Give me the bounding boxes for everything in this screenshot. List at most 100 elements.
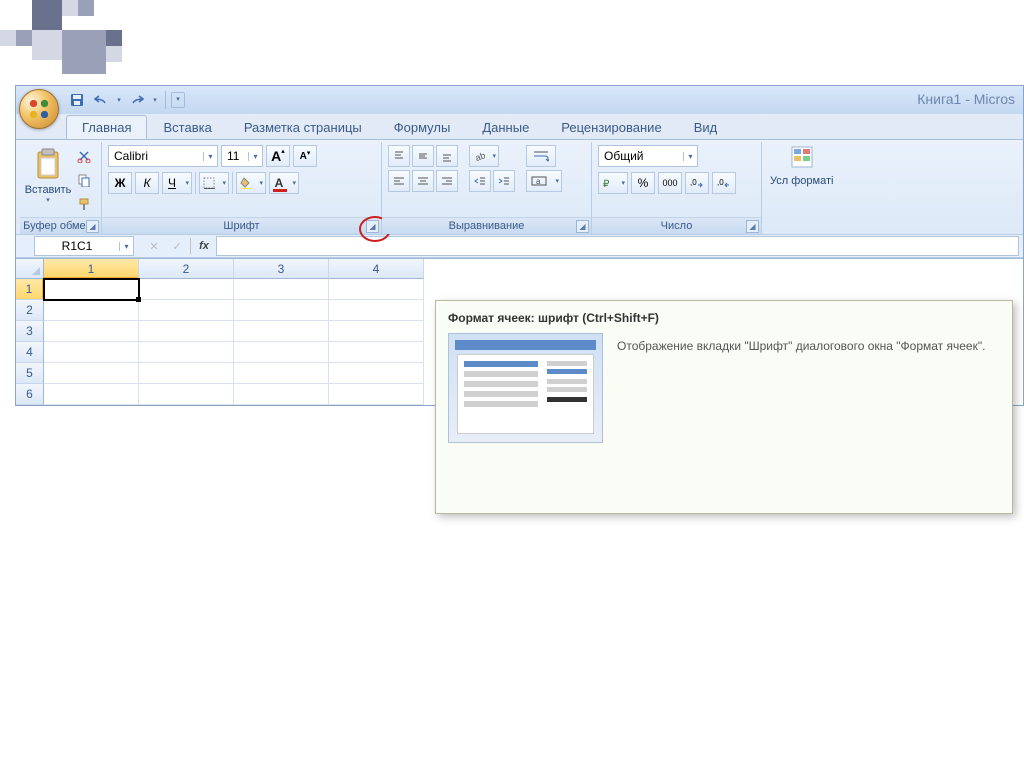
copy-button[interactable] [73,169,95,191]
alignment-dialog-launcher[interactable]: ◢ [576,220,589,233]
wrap-text-button[interactable] [526,145,556,167]
align-top-icon [393,150,405,162]
screentip: Формат ячеек: шрифт (Ctrl+Shift+F) Отобр… [435,300,1013,514]
cell[interactable] [329,321,424,342]
svg-text:,0: ,0 [717,178,724,187]
currency-icon: ₽ [602,177,614,189]
grow-font-button[interactable]: A▴ [266,145,290,167]
number-format-combo[interactable]: Общий▾ [598,145,698,167]
cell[interactable] [234,321,329,342]
cell[interactable] [234,300,329,321]
enter-formula-button[interactable]: ✓ [167,237,187,255]
cell[interactable] [329,342,424,363]
paste-label: Вставить [25,184,72,196]
number-dialog-launcher[interactable]: ◢ [746,220,759,233]
row-header[interactable]: 6 [16,384,44,405]
tab-layout[interactable]: Разметка страницы [228,115,378,139]
increase-indent-button[interactable] [493,170,515,192]
row-header[interactable]: 1 [16,279,44,300]
cell[interactable] [44,300,139,321]
align-middle-button[interactable] [412,145,434,167]
column-header[interactable]: 3 [234,259,329,279]
cell[interactable] [44,321,139,342]
column-header[interactable]: 2 [139,259,234,279]
cell[interactable] [139,384,234,405]
cell[interactable] [234,384,329,405]
decrease-indent-button[interactable] [469,170,491,192]
font-color-button[interactable]: A [269,172,299,194]
accounting-format-button[interactable]: ₽ [598,172,628,194]
tab-review[interactable]: Рецензирование [545,115,677,139]
bold-button[interactable]: Ж [108,172,132,194]
column-header[interactable]: 4 [329,259,424,279]
cancel-formula-button[interactable]: ✕ [144,237,164,255]
cell[interactable] [44,279,139,300]
align-right-button[interactable] [436,170,458,192]
undo-dropdown[interactable]: ▾ [114,89,124,111]
borders-button[interactable] [199,172,229,194]
paste-button[interactable]: Вставить ▾ [26,145,70,215]
cell[interactable] [139,342,234,363]
conditional-format-icon [789,144,815,172]
merge-center-button[interactable]: a [526,170,562,192]
tab-insert[interactable]: Вставка [147,115,227,139]
cell[interactable] [44,384,139,405]
cell[interactable] [329,279,424,300]
cell[interactable] [329,363,424,384]
cell[interactable] [329,300,424,321]
cell[interactable] [234,363,329,384]
cell[interactable] [139,300,234,321]
format-painter-button[interactable] [73,193,95,215]
cell[interactable] [44,342,139,363]
align-top-button[interactable] [388,145,410,167]
column-header[interactable]: 1 [44,259,139,279]
qat-customize[interactable]: ▾ [171,92,185,108]
row-header[interactable]: 2 [16,300,44,321]
row-header[interactable]: 5 [16,363,44,384]
font-name-combo[interactable]: Calibri▾ [108,145,218,167]
select-all-corner[interactable] [16,259,44,279]
cell[interactable] [234,279,329,300]
row-header[interactable]: 3 [16,321,44,342]
align-middle-icon [417,150,429,162]
group-clipboard: Вставить ▾ Буфер обмена ◢ [20,142,102,234]
merge-icon: a [531,175,547,187]
tab-view[interactable]: Вид [678,115,734,139]
tab-data[interactable]: Данные [466,115,545,139]
increase-decimal-button[interactable]: ,0 [685,172,709,194]
cell[interactable] [139,363,234,384]
row-header[interactable]: 4 [16,342,44,363]
shrink-font-button[interactable]: A▾ [293,145,317,167]
comma-style-button[interactable]: 000 [658,172,682,194]
cell[interactable] [44,363,139,384]
italic-button[interactable]: К [135,172,159,194]
cell[interactable] [329,384,424,405]
insert-function-button[interactable]: fx [194,237,214,255]
clipboard-dialog-launcher[interactable]: ◢ [86,220,99,233]
align-left-button[interactable] [388,170,410,192]
cell[interactable] [139,279,234,300]
redo-button[interactable] [126,89,148,111]
name-box[interactable]: R1C1 ▾ [34,236,134,256]
save-button[interactable] [66,89,88,111]
font-size-combo[interactable]: 11▾ [221,145,263,167]
orientation-button[interactable]: ab [469,145,499,167]
cell[interactable] [139,321,234,342]
group-number: Общий▾ ₽ % 000 ,0 ,0 Число ◢ [592,142,762,234]
underline-button[interactable]: Ч [162,172,192,194]
office-button[interactable] [19,89,59,129]
tab-formulas[interactable]: Формулы [378,115,467,139]
decrease-decimal-button[interactable]: ,0 [712,172,736,194]
cell[interactable] [234,342,329,363]
formula-input[interactable] [216,236,1019,256]
font-dialog-launcher[interactable]: ◢ [366,220,379,233]
align-bottom-button[interactable] [436,145,458,167]
align-center-button[interactable] [412,170,434,192]
percent-button[interactable]: % [631,172,655,194]
tab-home[interactable]: Главная [66,115,147,139]
redo-dropdown[interactable]: ▾ [150,89,160,111]
fill-color-button[interactable] [236,172,266,194]
cut-button[interactable] [73,145,95,167]
office-icon [28,98,50,120]
undo-button[interactable] [90,89,112,111]
